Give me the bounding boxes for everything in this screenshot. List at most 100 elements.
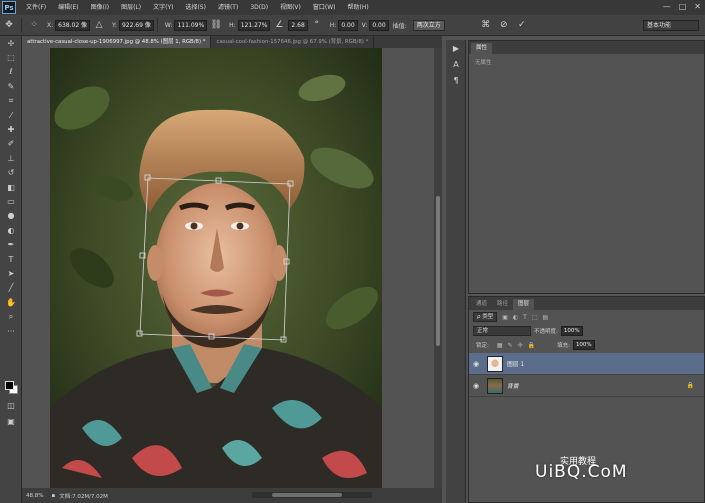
menu-view[interactable]: 视图(V) [274,0,307,15]
menu-image[interactable]: 图像(I) [85,0,115,15]
healing-brush-tool-icon[interactable]: ✚ [0,122,22,136]
quick-select-tool-icon[interactable]: ✎ [0,79,22,93]
transform-tool-icon[interactable]: ✥ [2,18,16,32]
marquee-tool-icon[interactable]: ⬚ [0,50,22,64]
minimize-button[interactable]: — [663,2,671,12]
zoom-level[interactable]: 48.8% [26,493,43,499]
x-field[interactable]: 638.02 像 [55,19,91,31]
reference-point-icon[interactable]: ⁘ [27,18,41,32]
close-button[interactable]: ✕ [694,2,701,12]
character-icon[interactable]: A [446,56,466,72]
brush-tool-icon[interactable]: ✐ [0,137,22,151]
pixel-filter-icon[interactable]: ▣ [502,314,508,321]
dodge-tool-icon[interactable]: ◐ [0,223,22,237]
blur-tool-icon[interactable]: ● [0,209,22,223]
warp-icon[interactable]: ⌘ [479,18,493,32]
horizontal-scroll-thumb[interactable] [272,493,342,497]
ps-logo: Ps [2,1,16,14]
canvas-area[interactable] [22,48,434,488]
menu-type[interactable]: 文字(Y) [147,0,179,15]
gradient-tool-icon[interactable]: ▭ [0,194,22,208]
lock-label: 锁定: [476,343,489,349]
horizontal-scrollbar[interactable] [252,492,372,498]
foreground-color-swatch[interactable] [5,381,14,390]
h-field[interactable]: 121.27% [237,19,271,31]
w-field[interactable]: 111.09% [174,19,208,31]
vskew-field[interactable]: 0.00 [369,19,389,31]
link-icon[interactable]: ⛓ [209,18,223,32]
tab-document-2[interactable]: casual-cool-fashion-157646.jpg @ 67.9% (… [211,36,375,48]
tab-paths[interactable]: 路径 [492,299,513,310]
move-tool-icon[interactable]: ✢ [0,36,22,50]
smart-object-filter-icon[interactable]: ▤ [543,314,549,321]
layers-header: 通道 路径 图层 [469,297,704,310]
fill-input[interactable]: 100% [572,340,595,350]
crop-tool-icon[interactable]: ⌗ [0,94,22,108]
quick-mask-icon[interactable]: ◫ [0,398,22,412]
screen-mode-icon[interactable]: ▣ [0,414,22,428]
pen-tool-icon[interactable]: ✒ [0,237,22,251]
lock-row: 锁定: ▦ ✎ ✢ 🔒 填充: 100% [469,338,704,352]
layer-row-1[interactable]: ◉ 图层 1 [469,353,704,375]
eyedropper-tool-icon[interactable]: ⁄ [0,108,22,122]
shape-tool-icon[interactable]: ╱ [0,281,22,295]
lasso-tool-icon[interactable]: ℓ [0,65,22,79]
lock-all-icon[interactable]: 🔒 [528,342,535,349]
type-filter-icon[interactable]: T [523,314,527,321]
menu-edit[interactable]: 编辑(E) [52,0,84,15]
path-select-tool-icon[interactable]: ➤ [0,266,22,280]
layer-thumbnail [487,355,503,372]
delta-icon[interactable]: △ [92,18,106,32]
play-icon[interactable]: ▶ [446,40,466,56]
type-tool-icon[interactable]: T [0,252,22,266]
tab-properties[interactable]: 属性 [471,43,493,54]
vertical-scrollbar[interactable] [434,48,442,488]
status-bar: 48.8% ▪ 文档:7.02M/7.02M [22,488,442,503]
lock-icon: 🔒 [686,382,694,389]
blend-mode-select[interactable]: 正常 [473,326,531,336]
visibility-eye-icon[interactable]: ◉ [469,360,483,368]
paragraph-icon[interactable]: ¶ [446,72,466,88]
workspace-select[interactable]: 基本功能 [643,20,699,31]
zoom-tool-icon[interactable]: ⌕ [0,309,22,323]
clone-stamp-tool-icon[interactable]: ⊥ [0,151,22,165]
layer-row-background[interactable]: ◉ 背景 🔒 [469,375,704,397]
panel-icon-strip: ▶ A ¶ [446,40,466,503]
menu-layer[interactable]: 图层(L) [115,0,147,15]
tab-document-1[interactable]: attractive-casual-close-up-1906997.jpg @… [22,36,212,48]
menu-3d[interactable]: 3D(D) [244,0,274,15]
layer-name: 图层 1 [507,362,525,368]
hskew-label: H: [329,21,337,29]
maximize-button[interactable]: □ [679,2,687,12]
properties-panel: 属性 无属性 [468,40,705,294]
doc-size[interactable]: 文档:7.02M/7.02M [59,492,108,500]
lock-image-icon[interactable]: ✎ [508,342,513,349]
visibility-eye-icon[interactable]: ◉ [469,382,483,390]
menu-select[interactable]: 选择(S) [179,0,212,15]
hand-tool-icon[interactable]: ✋ [0,295,22,309]
lock-position-icon[interactable]: ✢ [518,342,523,349]
shape-filter-icon[interactable]: ⬚ [532,314,538,321]
menu-help[interactable]: 帮助(H) [342,0,375,15]
menu-file[interactable]: 文件(F) [20,0,52,15]
y-field[interactable]: 922.69 像 [118,19,154,31]
menu-filter[interactable]: 滤镜(T) [212,0,244,15]
cancel-transform-icon[interactable]: ⊘ [497,18,511,32]
interpolation-select[interactable]: 两次立方 [412,19,445,31]
layer-kind-select[interactable]: ρ 类型 [473,312,498,322]
opacity-input[interactable]: 100% [560,326,583,336]
adjustment-filter-icon[interactable]: ◐ [513,314,518,321]
lock-pixels-icon[interactable]: ▦ [497,342,503,349]
tab-layers[interactable]: 图层 [513,299,535,310]
hskew-field[interactable]: 0.00 [338,19,358,31]
commit-transform-icon[interactable]: ✓ [515,18,529,32]
more-tools-icon[interactable]: ··· [0,324,22,338]
angle-field[interactable]: 2.68 [288,19,308,31]
history-brush-tool-icon[interactable]: ↺ [0,166,22,180]
vertical-scroll-thumb[interactable] [436,196,440,346]
interp-label: 插值: [392,22,407,30]
tab-channels[interactable]: 通道 [471,299,492,310]
blend-row: 正常 不透明度: 100% [469,324,704,338]
menu-window[interactable]: 窗口(W) [307,0,342,15]
eraser-tool-icon[interactable]: ◧ [0,180,22,194]
